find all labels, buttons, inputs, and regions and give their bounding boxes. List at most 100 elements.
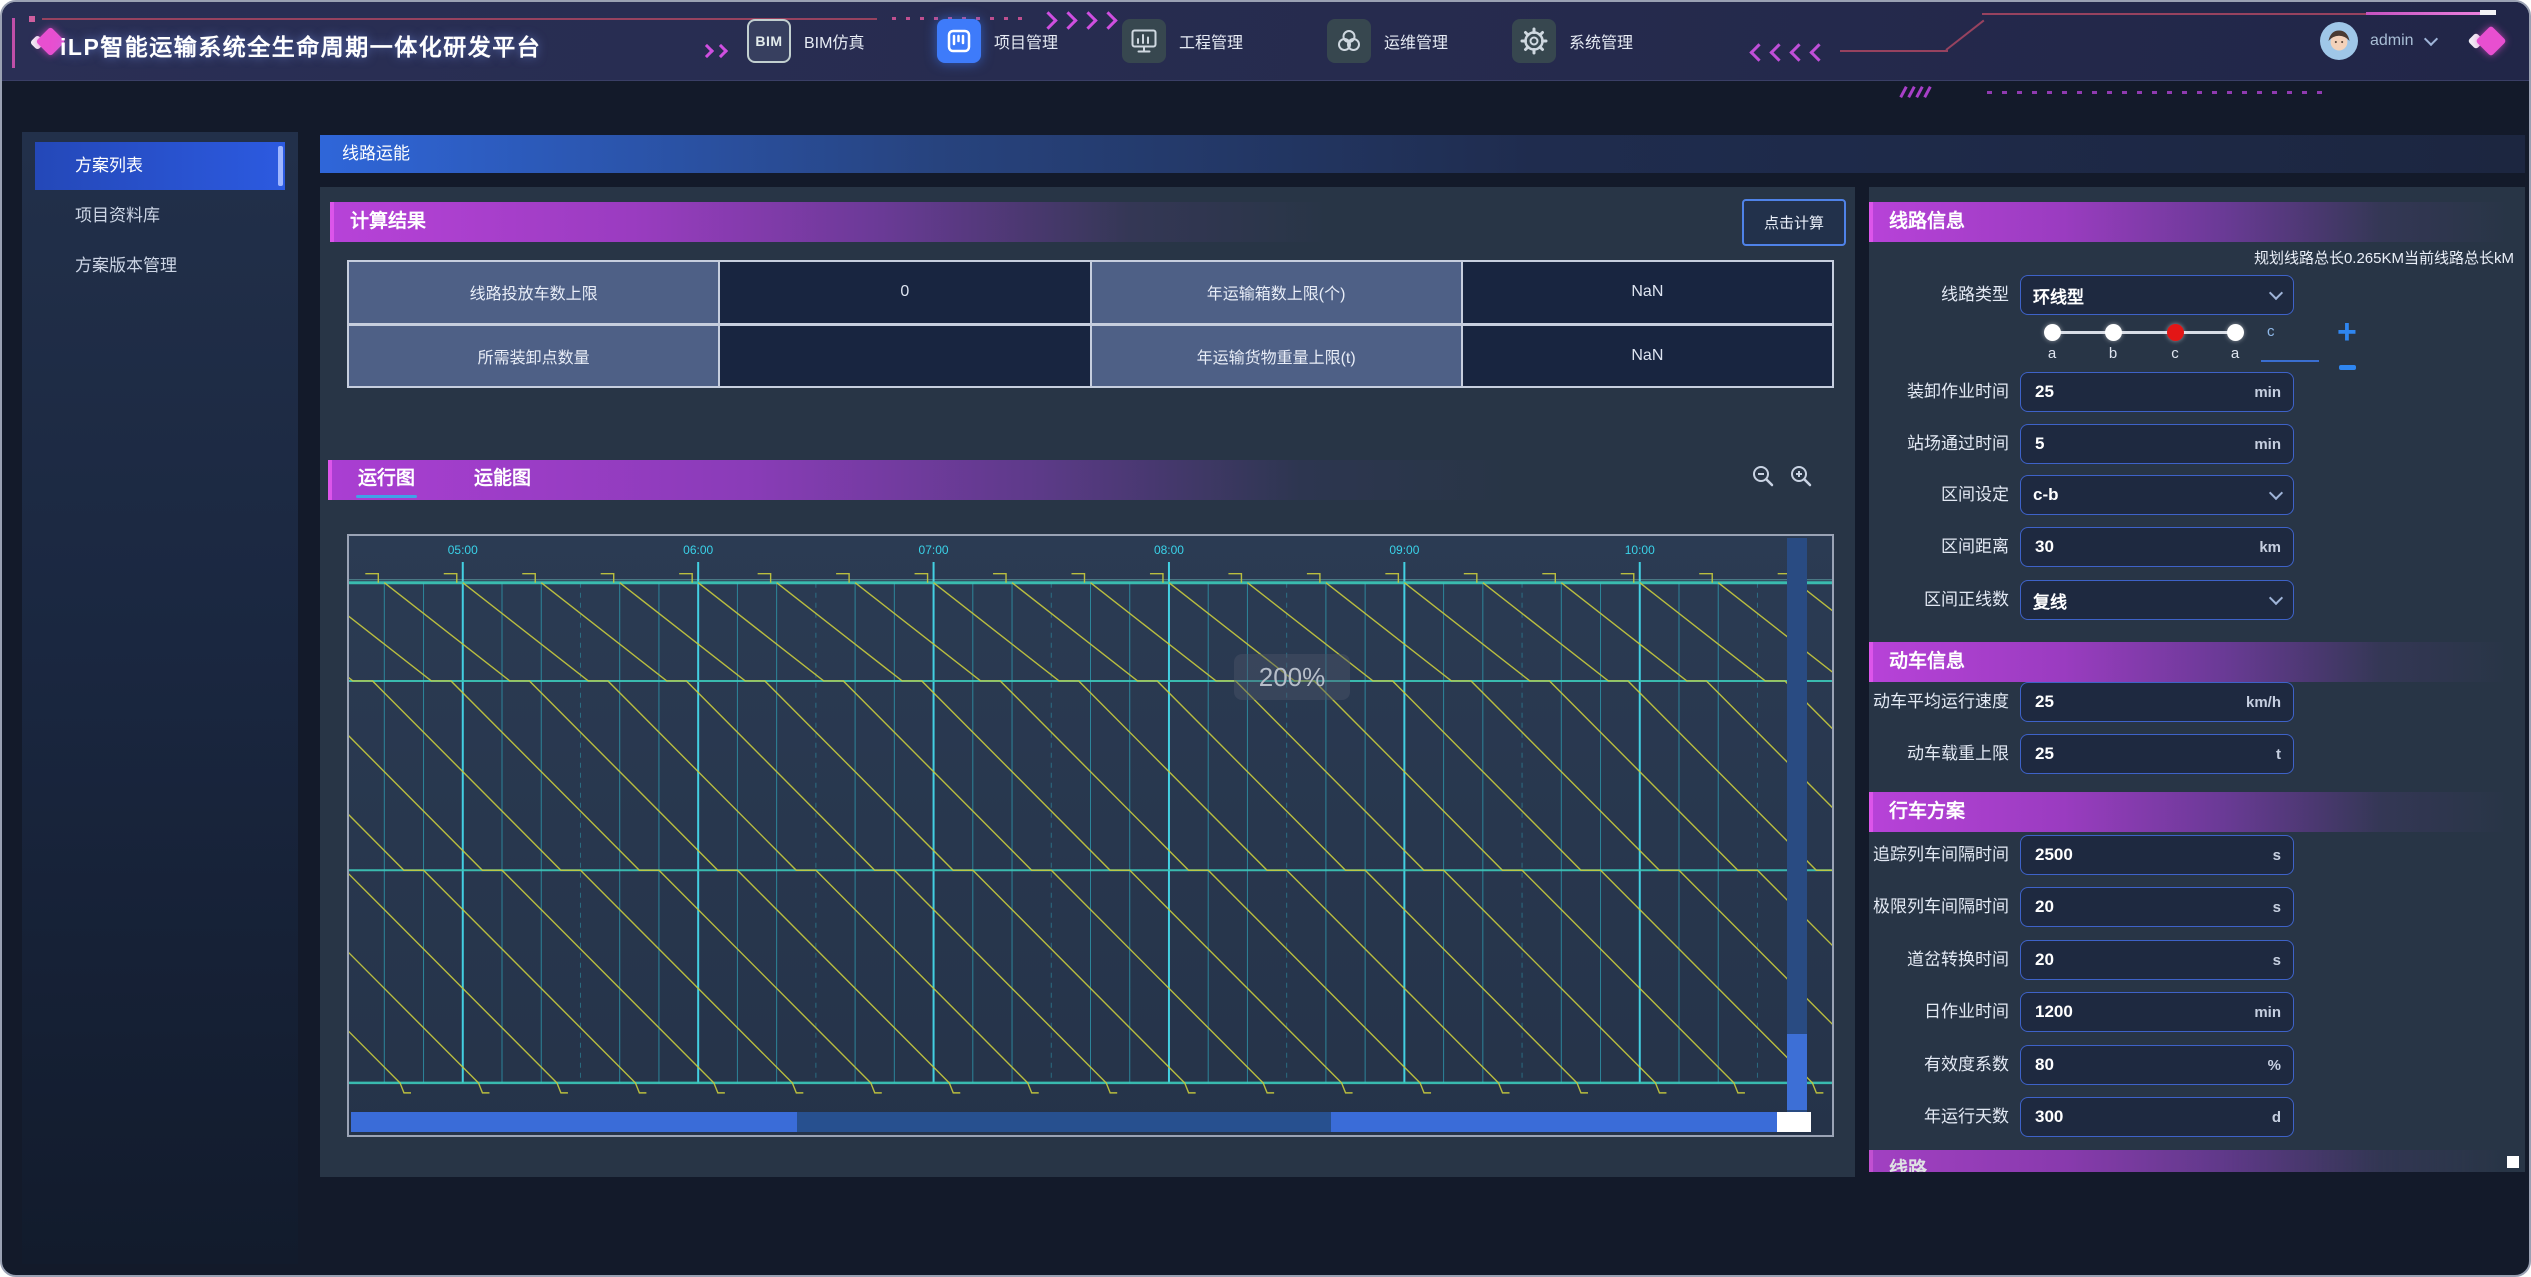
field-row: 站场通过时间 min (1869, 424, 2525, 464)
panel-scroll-indicator[interactable] (2507, 1156, 2519, 1168)
station-dot-a1[interactable] (2044, 324, 2061, 341)
line-type-select[interactable]: 环线型 (2020, 275, 2294, 315)
station-label: a (2225, 345, 2245, 362)
calculate-button[interactable]: 点击计算 (1742, 199, 1846, 246)
app-frame: iLP智能运输系统全生命周期一体化研发平台 BIM BIM仿真 项目管理 工程管… (0, 0, 2531, 1277)
switch-time-input[interactable] (2033, 949, 2273, 971)
loading-time-box[interactable]: min (2020, 372, 2294, 412)
track-count-select[interactable]: 复线 (2020, 580, 2294, 620)
field-label: 日作业时间 (1869, 992, 2009, 1032)
remove-station-button[interactable] (2339, 365, 2356, 370)
scrollbar-corner[interactable] (1777, 1112, 1811, 1132)
daily-work-time-input[interactable] (2033, 1001, 2254, 1023)
zoom-in-icon[interactable] (1788, 463, 1814, 489)
h-scrollbar-track[interactable] (797, 1112, 1331, 1132)
station-pass-time-input[interactable] (2033, 433, 2254, 455)
annual-days-box[interactable]: d (2020, 1097, 2294, 1137)
avg-speed-box[interactable]: km/h (2020, 682, 2294, 722)
h-scrollbar-segment[interactable] (1331, 1112, 1777, 1132)
field-row: 区间正线数 复线 (1869, 580, 2525, 620)
field-row: 区间距离 km (1869, 527, 2525, 567)
section-setting-select[interactable]: c-b (2020, 475, 2294, 515)
section-distance-input[interactable] (2033, 536, 2259, 558)
station-label: a (2042, 345, 2062, 362)
field-row: 追踪列车间隔时间 s (1869, 835, 2525, 875)
train-diagram-chart: 05:0006:0007:0008:0009:0010:00 200% (347, 534, 1834, 1137)
nav-label: 系统管理 (1569, 29, 1633, 53)
station-dot-c-selected[interactable] (2167, 324, 2184, 341)
availability-factor-box[interactable]: % (2020, 1045, 2294, 1085)
engineering-icon (1122, 19, 1166, 63)
station-dot-a2[interactable] (2227, 324, 2244, 341)
limit-interval-input[interactable] (2033, 896, 2273, 918)
load-limit-input[interactable] (2033, 743, 2276, 765)
tracking-interval-input[interactable] (2033, 844, 2273, 866)
nav-label: 项目管理 (994, 29, 1058, 53)
station-dot-b[interactable] (2105, 324, 2122, 341)
user-menu[interactable]: admin (2320, 2, 2436, 80)
avg-speed-input[interactable] (2033, 691, 2246, 713)
v-scrollbar-track[interactable] (1787, 538, 1807, 1112)
field-label: 区间设定 (1869, 475, 2009, 515)
v-scrollbar-thumb[interactable] (1787, 1034, 1807, 1110)
side-station-label: c (2267, 323, 2275, 340)
svg-text:10:00: 10:00 (1625, 543, 1655, 557)
active-tab-underline (356, 495, 417, 498)
nav-item-project[interactable]: 项目管理 (937, 2, 1058, 80)
add-station-button[interactable]: + (2337, 315, 2357, 349)
field-label: 追踪列车间隔时间 (1869, 835, 2009, 875)
deco-small-arrows-icon (702, 46, 726, 56)
section-distance-box[interactable]: km (2020, 527, 2294, 567)
result-label: 年运输箱数上限(个) (1092, 262, 1461, 323)
field-label: 区间正线数 (1869, 580, 2009, 620)
zoom-out-icon[interactable] (1750, 463, 1776, 489)
nav-item-bim[interactable]: BIM BIM仿真 (747, 2, 864, 80)
field-unit: s (2273, 952, 2281, 969)
sidebar-item-project-library[interactable]: 项目资料库 (35, 192, 285, 240)
loading-time-input[interactable] (2033, 381, 2254, 403)
switch-time-box[interactable]: s (2020, 940, 2294, 980)
h-scrollbar-segment[interactable] (351, 1112, 797, 1132)
deco-white-tip (2480, 10, 2496, 15)
svg-text:07:00: 07:00 (919, 543, 949, 557)
limit-interval-box[interactable]: s (2020, 887, 2294, 927)
sidebar-item-scheme-list[interactable]: 方案列表 (35, 142, 285, 190)
tab-capacity-diagram[interactable]: 运能图 (474, 460, 531, 500)
annual-days-input[interactable] (2033, 1106, 2272, 1128)
result-value: NaN (1463, 326, 1832, 387)
nav-item-operations[interactable]: 运维管理 (1327, 2, 1448, 80)
result-label: 所需装卸点数量 (349, 326, 718, 387)
tracking-interval-box[interactable]: s (2020, 835, 2294, 875)
avatar (2320, 22, 2358, 60)
deco-line-a (1840, 50, 1948, 52)
nav-label: BIM仿真 (804, 29, 864, 53)
field-row: 道岔转换时间 s (1869, 940, 2525, 980)
right-diamond-pink-icon (2475, 25, 2506, 56)
field-row: 日作业时间 min (1869, 992, 2525, 1032)
result-label: 年运输货物重量上限(t) (1092, 326, 1461, 387)
sidebar-item-version-management[interactable]: 方案版本管理 (35, 242, 285, 290)
nav-item-system[interactable]: 系统管理 (1512, 2, 1633, 80)
field-unit: km/h (2246, 694, 2281, 711)
field-unit: min (2254, 436, 2281, 453)
deco-line-diagonal (1945, 20, 1984, 51)
app-title: iLP智能运输系统全生命周期一体化研发平台 (60, 28, 541, 62)
field-unit: d (2272, 1109, 2281, 1126)
availability-factor-input[interactable] (2033, 1054, 2268, 1076)
tab-operation-diagram[interactable]: 运行图 (358, 460, 415, 500)
nav-item-engineering[interactable]: 工程管理 (1122, 2, 1243, 80)
results-section-header: 计算结果 (330, 202, 1330, 242)
field-row: 有效度系数 % (1869, 1045, 2525, 1085)
username: admin (2370, 32, 2414, 50)
daily-work-time-box[interactable]: min (2020, 992, 2294, 1032)
field-unit: min (2254, 1004, 2281, 1021)
chevron-down-icon (2269, 286, 2283, 300)
main-panel: 计算结果 点击计算 线路投放车数上限 0 年运输箱数上限(个) NaN 所需装卸… (320, 187, 1855, 1177)
load-limit-box[interactable]: t (2020, 734, 2294, 774)
field-unit: s (2273, 899, 2281, 916)
svg-text:09:00: 09:00 (1389, 543, 1419, 557)
station-pass-time-box[interactable]: min (2020, 424, 2294, 464)
line-length-summary: 规划线路总长0.265KM当前线路总长kM (2254, 247, 2514, 268)
field-label: 极限列车间隔时间 (1869, 887, 2009, 927)
side-station-underline-input[interactable] (2261, 360, 2319, 362)
